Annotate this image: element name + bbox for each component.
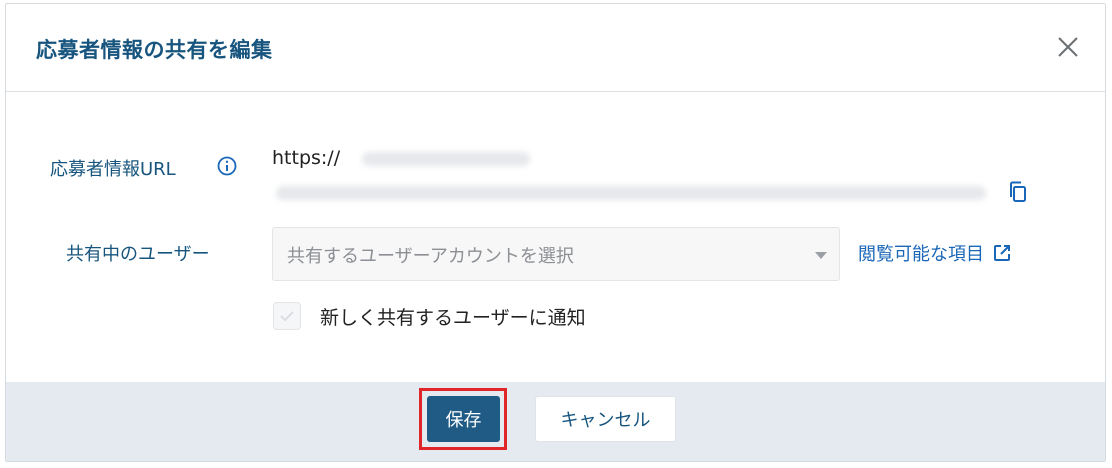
close-icon[interactable] [1055, 34, 1081, 60]
url-redacted-part1 [362, 152, 530, 166]
dialog-title: 応募者情報の共有を編集 [36, 38, 273, 62]
share-dialog: 応募者情報の共有を編集 応募者情報URL https:// 共有中のユーザー 共… [5, 3, 1106, 462]
external-link-icon [994, 245, 1010, 261]
select-placeholder: 共有するユーザーアカウントを選択 [287, 246, 574, 267]
dialog-header: 応募者情報の共有を編集 [6, 4, 1105, 92]
user-account-select[interactable]: 共有するユーザーアカウントを選択 [272, 227, 840, 281]
viewable-items-link-text: 閲覧可能な項目 [858, 244, 984, 265]
copy-icon[interactable] [1006, 179, 1032, 205]
url-label: 応募者情報URL [50, 159, 176, 180]
notify-label: 新しく共有するユーザーに通知 [320, 307, 586, 329]
url-prefix: https:// [272, 147, 341, 169]
check-icon [280, 311, 294, 322]
users-label: 共有中のユーザー [66, 244, 210, 265]
cancel-button[interactable]: キャンセル [535, 396, 676, 442]
viewable-items-link[interactable]: 閲覧可能な項目 [858, 240, 1012, 266]
chevron-down-icon [815, 252, 827, 259]
info-icon[interactable] [216, 155, 238, 177]
notify-checkbox[interactable] [273, 302, 301, 330]
save-button[interactable]: 保存 [427, 396, 500, 442]
url-redacted-part2 [276, 186, 986, 200]
